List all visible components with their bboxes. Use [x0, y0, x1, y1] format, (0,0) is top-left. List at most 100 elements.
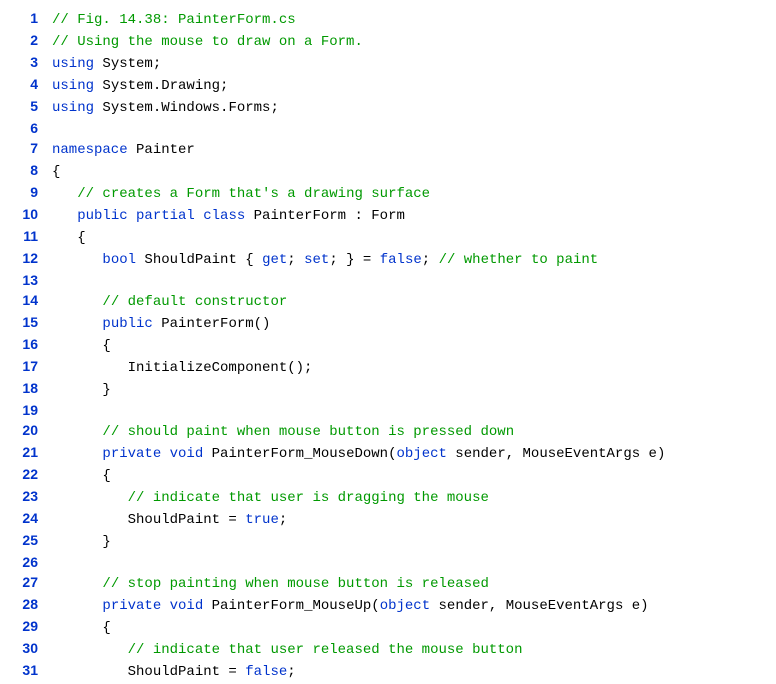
code-line: 28 private void PainterForm_MouseUp(obje… — [12, 594, 764, 616]
line-number: 14 — [12, 290, 38, 310]
code-line: 15 public PainterForm() — [12, 312, 764, 334]
code-content: bool ShouldPaint { get; set; } = false; … — [52, 250, 598, 270]
line-number: 5 — [12, 96, 38, 116]
code-line: 11 { — [12, 226, 764, 248]
line-number: 30 — [12, 638, 38, 658]
line-number: 11 — [12, 226, 38, 246]
line-number: 31 — [12, 660, 38, 680]
code-token: sender, MouseEventArgs e) — [447, 446, 665, 462]
code-line: 23 // indicate that user is dragging the… — [12, 486, 764, 508]
code-token: private void — [102, 598, 203, 614]
code-token: bool — [102, 252, 136, 268]
code-line: 26 — [12, 552, 764, 572]
code-line: 32 } — [12, 682, 764, 684]
code-line: 21 private void PainterForm_MouseDown(ob… — [12, 442, 764, 464]
code-line: 8{ — [12, 160, 764, 182]
code-content: } — [52, 380, 111, 400]
code-content: public partial class PainterForm : Form — [52, 206, 405, 226]
code-token: // indicate that user is dragging the mo… — [128, 490, 489, 506]
code-content: InitializeComponent(); — [52, 358, 312, 378]
code-line: 2// Using the mouse to draw on a Form. — [12, 30, 764, 52]
code-token: ; — [422, 252, 439, 268]
code-content: // stop painting when mouse button is re… — [52, 574, 489, 594]
code-token: public partial class — [77, 208, 245, 224]
line-number: 1 — [12, 8, 38, 28]
code-content: // indicate that user released the mouse… — [52, 640, 523, 660]
code-line: 5 using System.Windows.Forms; — [12, 96, 764, 118]
code-token: namespace — [52, 142, 128, 158]
code-content: ShouldPaint = true; — [52, 510, 287, 530]
line-number: 28 — [12, 594, 38, 614]
code-line: 30 // indicate that user released the mo… — [12, 638, 764, 660]
code-line: 20 // should paint when mouse button is … — [12, 420, 764, 442]
code-token: } — [52, 534, 111, 550]
code-line: 25 } — [12, 530, 764, 552]
code-token: { — [52, 620, 111, 636]
code-content: // should paint when mouse button is pre… — [52, 422, 514, 442]
code-token — [52, 490, 128, 506]
code-token: object — [396, 446, 446, 462]
code-line: 14 // default constructor — [12, 290, 764, 312]
code-line: 9 // creates a Form that's a drawing sur… — [12, 182, 764, 204]
code-line: 18 } — [12, 378, 764, 400]
code-token: // creates a Form that's a drawing surfa… — [77, 186, 430, 202]
code-token: ; — [287, 252, 304, 268]
line-number: 25 — [12, 530, 38, 550]
code-line: 22 { — [12, 464, 764, 486]
code-content: { — [52, 466, 111, 486]
code-token — [52, 208, 77, 224]
line-number: 21 — [12, 442, 38, 462]
code-token: using — [52, 56, 94, 72]
code-token: System; — [94, 56, 161, 72]
code-token: System.Windows.Forms; — [94, 100, 279, 116]
code-token — [52, 446, 102, 462]
code-content: { — [52, 228, 86, 248]
code-line: 16 { — [12, 334, 764, 356]
code-line: 4 using System.Drawing; — [12, 74, 764, 96]
code-token: ; — [287, 664, 295, 680]
code-line: 27 // stop painting when mouse button is… — [12, 572, 764, 594]
code-content: using System.Windows.Forms; — [52, 98, 279, 118]
line-number: 6 — [12, 118, 38, 138]
code-line: 13 — [12, 270, 764, 290]
code-token: set — [304, 252, 329, 268]
code-token: PainterForm_MouseDown( — [203, 446, 396, 462]
code-content: { — [52, 336, 111, 356]
code-content: { — [52, 162, 60, 182]
code-content: { — [52, 618, 111, 638]
code-token: false — [380, 252, 422, 268]
code-token: { — [52, 230, 86, 246]
code-token: // Fig. 14.38: PainterForm.cs — [52, 12, 296, 28]
line-number: 26 — [12, 552, 38, 572]
code-token: true — [245, 512, 279, 528]
code-token: PainterForm_MouseUp( — [203, 598, 379, 614]
code-token: { — [52, 338, 111, 354]
line-number: 32 — [12, 682, 38, 684]
code-token: object — [380, 598, 430, 614]
code-token: using — [52, 100, 94, 116]
code-content: using System.Drawing; — [52, 76, 228, 96]
code-line: 1 // Fig. 14.38: PainterForm.cs — [12, 8, 764, 30]
code-token — [52, 598, 102, 614]
code-token: ; } = — [329, 252, 379, 268]
code-content: ShouldPaint = false; — [52, 662, 296, 682]
line-number: 29 — [12, 616, 38, 636]
code-line: 24 ShouldPaint = true; — [12, 508, 764, 530]
line-number: 27 — [12, 572, 38, 592]
code-line: 7namespace Painter — [12, 138, 764, 160]
code-token: PainterForm : Form — [245, 208, 405, 224]
code-token: sender, MouseEventArgs e) — [430, 598, 648, 614]
code-content: using System; — [52, 54, 161, 74]
code-content: // creates a Form that's a drawing surfa… — [52, 184, 430, 204]
code-token: // indicate that user released the mouse… — [128, 642, 523, 658]
code-token: // default constructor — [102, 294, 287, 310]
line-number: 17 — [12, 356, 38, 376]
code-content: // indicate that user is dragging the mo… — [52, 488, 489, 508]
line-number: 4 — [12, 74, 38, 94]
code-token: { — [52, 164, 60, 180]
code-line: 3using System; — [12, 52, 764, 74]
code-content: public PainterForm() — [52, 314, 270, 334]
code-token: using — [52, 78, 94, 94]
code-token: ; — [279, 512, 287, 528]
code-token: ShouldPaint = — [52, 512, 245, 528]
